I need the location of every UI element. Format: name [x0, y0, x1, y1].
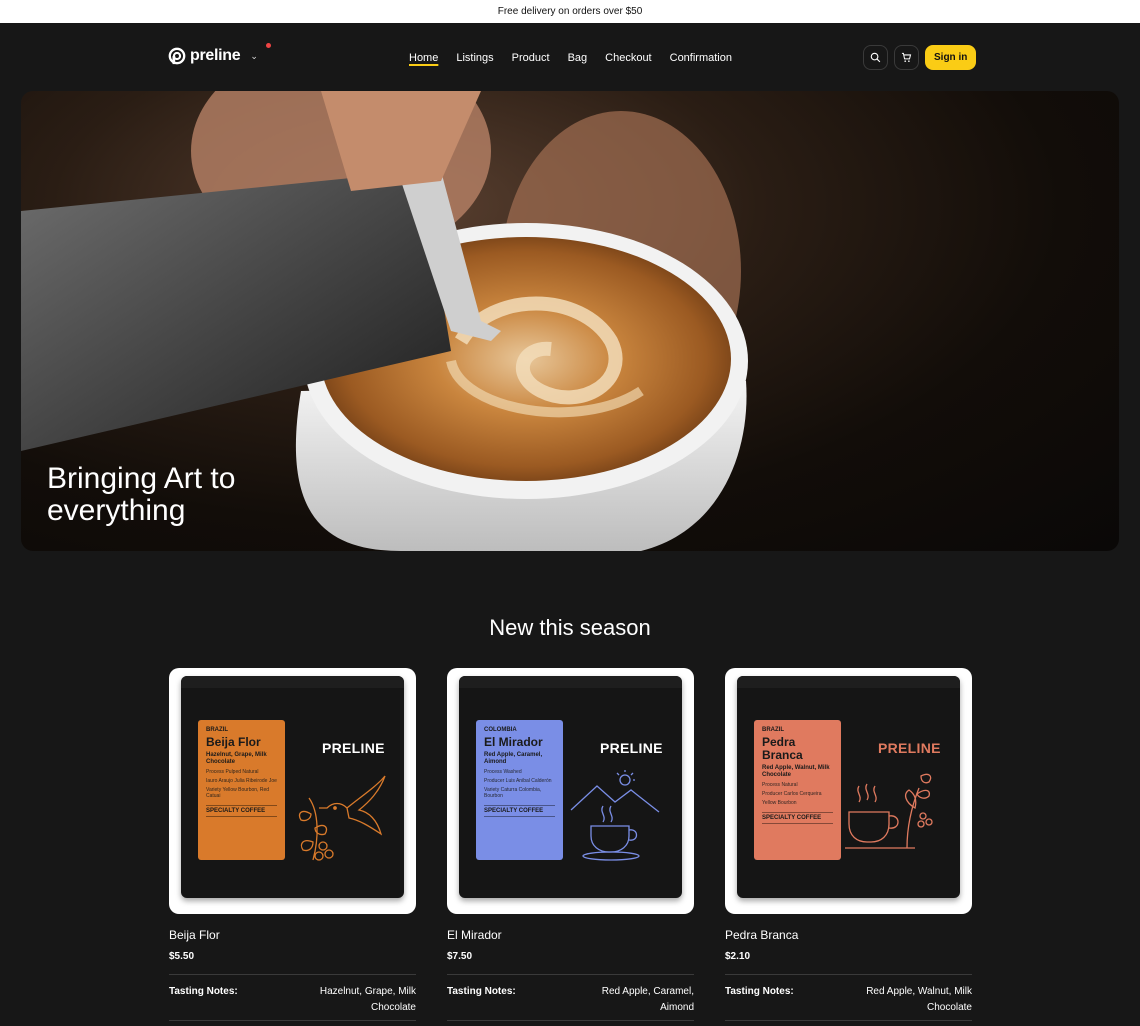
tasting-notes-value: Red Apple, Caramel, Aimond — [601, 986, 694, 1013]
announcement-text: Free delivery on orders over $50 — [497, 6, 643, 17]
cart-icon — [901, 52, 912, 62]
hero-title-line-2: everything — [47, 494, 186, 527]
main-menu: Home Listings Product Bag Checkout Confi… — [409, 52, 732, 64]
bag-name: Pedra Branca — [762, 735, 803, 762]
tasting-notes-label: Tasting Notes: — [447, 986, 516, 997]
product-card[interactable]: COLOMBIA El Mirador Red Apple, Caramel, … — [447, 668, 694, 1021]
bag-label: COLOMBIA El Mirador Red Apple, Caramel, … — [476, 720, 563, 860]
tasting-notes-value: Hazelnut, Grape, Milk Chocolate — [319, 986, 416, 1013]
bag-seal — [459, 676, 682, 688]
product-name[interactable]: Pedra Branca — [725, 928, 972, 942]
announcement-bar: Free delivery on orders over $50 — [0, 0, 1140, 23]
bag-brand: PRELINE — [878, 740, 941, 756]
coffee-cup-mountain-icon — [570, 770, 660, 861]
bag-detail-3: Yellow Bourbon — [762, 800, 797, 806]
bag-detail-2: Producer Carlos Cerqueira — [762, 791, 822, 797]
divider — [169, 1020, 416, 1021]
hero-title: Bringing Art to everything — [47, 463, 347, 527]
chevron-down-icon[interactable]: ⌄ — [250, 51, 258, 62]
product-price: $5.50 — [169, 951, 195, 962]
coffee-cup-plant-icon — [845, 773, 933, 849]
hummingbird-icon — [298, 775, 386, 861]
bag-detail-3: Variety Yellow Bourbon, Red Catuai — [206, 787, 270, 799]
header-actions: Sign in — [863, 45, 977, 70]
search-icon — [870, 52, 881, 63]
divider — [725, 974, 972, 975]
bag-name: Beija Flor — [206, 735, 261, 749]
site-header: preline ⌄ Home Listings Product Bag Chec… — [0, 23, 1140, 91]
hero-title-line-1: Bringing Art to — [47, 462, 236, 495]
divider — [447, 1020, 694, 1021]
product-name[interactable]: Beija Flor — [169, 928, 416, 942]
tasting-notes-row: Tasting Notes: Red Apple, Walnut, Milk C… — [725, 984, 972, 1016]
nav-item-listings[interactable]: Listings — [456, 52, 493, 64]
notification-dot — [266, 43, 271, 48]
brand-name: preline — [190, 47, 241, 64]
bag-notes: Red Apple, Walnut, Milk Chocolate — [762, 765, 830, 778]
bag-notes: Hazelnut, Grape, Milk Chocolate — [206, 752, 267, 765]
divider — [447, 974, 694, 975]
divider — [169, 974, 416, 975]
section-title: New this season — [489, 615, 651, 640]
nav-item-checkout[interactable]: Checkout — [605, 52, 651, 64]
search-button[interactable] — [863, 45, 888, 70]
bag-detail-2: Producer Luis Anibal Calderón — [484, 778, 552, 784]
product-price: $7.50 — [447, 951, 473, 962]
nav-item-product[interactable]: Product — [512, 52, 550, 64]
sign-in-button[interactable]: Sign in — [925, 45, 977, 70]
bag-detail-1: Process Pulped Natural — [206, 769, 259, 775]
bag-specialty: SPECIALTY COFFEE — [762, 812, 833, 824]
bag-origin: COLOMBIA — [484, 727, 517, 733]
bag-specialty: SPECIALTY COFFEE — [484, 805, 555, 817]
product-card[interactable]: BRAZIL Pedra Branca Red Apple, Walnut, M… — [725, 668, 972, 1021]
bag-origin: BRAZIL — [762, 727, 784, 733]
product-grid: BRAZIL Beija Flor Hazelnut, Grape, Milk … — [169, 668, 972, 1021]
hero-banner: Bringing Art to everything — [21, 91, 1119, 551]
product-image[interactable]: COLOMBIA El Mirador Red Apple, Caramel, … — [447, 668, 694, 914]
bag-detail-1: Process Natural — [762, 782, 798, 788]
bag-detail-1: Process Washed — [484, 769, 522, 775]
cart-button[interactable] — [894, 45, 919, 70]
tasting-notes-label: Tasting Notes: — [725, 986, 794, 997]
coffee-bag: BRAZIL Pedra Branca Red Apple, Walnut, M… — [737, 676, 960, 898]
product-image[interactable]: BRAZIL Pedra Branca Red Apple, Walnut, M… — [725, 668, 972, 914]
product-image[interactable]: BRAZIL Beija Flor Hazelnut, Grape, Milk … — [169, 668, 416, 914]
bag-origin: BRAZIL — [206, 727, 228, 733]
nav-item-bag[interactable]: Bag — [568, 52, 588, 64]
product-price: $2.10 — [725, 951, 751, 962]
tasting-notes-row: Tasting Notes: Red Apple, Caramel, Aimon… — [447, 984, 694, 1016]
tasting-notes-label: Tasting Notes: — [169, 986, 238, 997]
nav-item-confirmation[interactable]: Confirmation — [670, 52, 732, 64]
bag-detail-2: Iauro Araujo Julia Ribeirode Joe — [206, 778, 277, 784]
nav-item-home[interactable]: Home — [409, 52, 438, 64]
coffee-bag: COLOMBIA El Mirador Red Apple, Caramel, … — [459, 676, 682, 898]
bag-seal — [181, 676, 404, 688]
bag-brand: PRELINE — [322, 740, 385, 756]
bag-detail-3: Variety Caturra Colombia, Bourbon — [484, 787, 542, 799]
bag-seal — [737, 676, 960, 688]
divider — [725, 1020, 972, 1021]
bag-notes: Red Apple, Caramel, Aimond — [484, 752, 543, 765]
product-card[interactable]: BRAZIL Beija Flor Hazelnut, Grape, Milk … — [169, 668, 416, 1021]
bag-name: El Mirador — [484, 735, 543, 749]
tasting-notes-value: Red Apple, Walnut, Milk Chocolate — [866, 986, 972, 1013]
brand-logo[interactable]: preline ⌄ — [168, 43, 271, 65]
bag-brand: PRELINE — [600, 740, 663, 756]
bag-label: BRAZIL Beija Flor Hazelnut, Grape, Milk … — [198, 720, 285, 860]
coffee-bag: BRAZIL Beija Flor Hazelnut, Grape, Milk … — [181, 676, 404, 898]
preline-logo-icon — [168, 47, 186, 65]
bag-label: BRAZIL Pedra Branca Red Apple, Walnut, M… — [754, 720, 841, 860]
product-name[interactable]: El Mirador — [447, 928, 694, 942]
bag-specialty: SPECIALTY COFFEE — [206, 805, 277, 817]
tasting-notes-row: Tasting Notes: Hazelnut, Grape, Milk Cho… — [169, 984, 416, 1016]
